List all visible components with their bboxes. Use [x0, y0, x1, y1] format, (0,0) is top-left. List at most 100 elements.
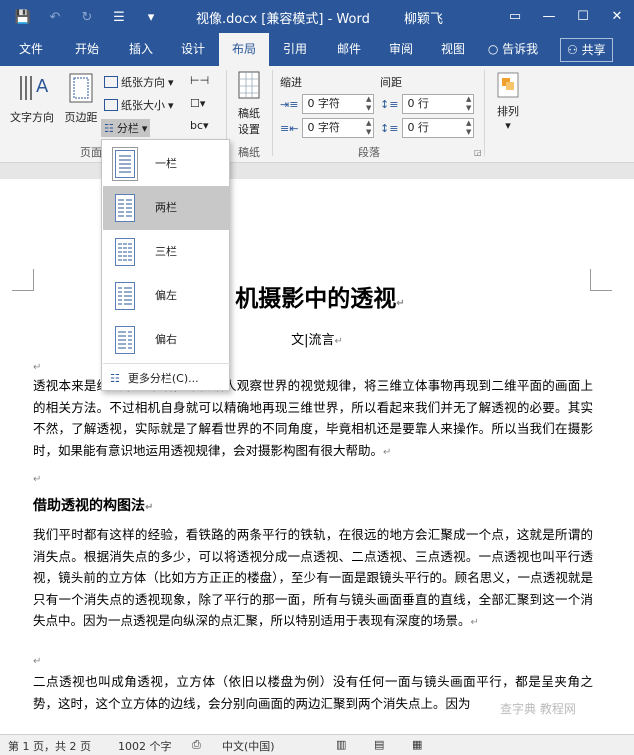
menu-separator	[103, 363, 230, 364]
chevron-down-icon: ▾	[141, 121, 148, 135]
paragraph-mark: ↵	[334, 336, 343, 347]
more-columns-icon: ☷	[110, 371, 120, 385]
margins-label: 页边距	[64, 111, 98, 124]
columns-right-label: 偏右	[155, 333, 177, 346]
columns-three-item[interactable]: 三栏	[103, 230, 230, 274]
read-mode-icon[interactable]: ▥	[336, 738, 346, 751]
spacing-after-row: ↕≡ 0 行 ▲ ▼	[380, 118, 475, 138]
status-bar: 第 1 页，共 2 页 1002 个字 ⎙ 中文(中国) ▥ ▤ ▦	[0, 734, 634, 755]
size-label: 纸张大小	[121, 99, 165, 112]
columns-one-label: 一栏	[155, 157, 177, 170]
tell-me-box[interactable]: ○ 告诉我	[482, 33, 544, 66]
paragraph-mark: ↵	[383, 446, 392, 458]
columns-two-item[interactable]: 两栏	[103, 186, 230, 230]
save-icon[interactable]: 💾	[8, 6, 38, 28]
paragraph-mark: ↵	[33, 474, 42, 485]
tab-view[interactable]: 视图	[430, 33, 476, 66]
document-page[interactable]: 机摄影中的透视↵ 文|流言↵ ↵ 透视本来是绘画中的术语，即根据人观察世界的视觉…	[0, 179, 634, 739]
arrange-button[interactable]: 排列 ▾	[490, 70, 526, 132]
margins-button[interactable]: 页边距	[60, 70, 102, 125]
spacing-before-value: 0 行	[407, 97, 429, 110]
columns-right-item[interactable]: 偏右	[103, 318, 230, 362]
spin-arrows-icon[interactable]: ▲ ▼	[366, 95, 371, 113]
tab-references[interactable]: 引用	[272, 33, 318, 66]
redo-icon[interactable]: ↻	[72, 6, 102, 28]
share-button[interactable]: ⚇ 共享	[560, 38, 613, 62]
size-icon	[104, 99, 118, 111]
touch-mode-icon[interactable]: ☰	[104, 6, 134, 28]
paragraph-group-label: 段落	[358, 146, 380, 159]
breaks-button[interactable]: ⊢⊣	[190, 74, 209, 87]
spacing-before-input[interactable]: 0 行 ▲ ▼	[402, 94, 475, 114]
indent-left-row: ⇥≡ 0 字符 ▲ ▼	[280, 94, 375, 114]
proofing-icon[interactable]: ⎙	[192, 738, 201, 752]
spacing-before-icon: ↕≡	[380, 97, 399, 111]
tab-insert[interactable]: 插入	[116, 33, 166, 66]
orientation-button[interactable]: 纸张方向 ▾	[104, 74, 174, 90]
indent-right-icon: ≡⇤	[280, 121, 299, 135]
author-text: 文|流言	[291, 333, 335, 348]
maximize-button[interactable]: ☐	[566, 0, 600, 33]
spin-arrows-icon[interactable]: ▲ ▼	[366, 119, 371, 137]
ribbon-separator	[484, 70, 485, 156]
tab-mailings[interactable]: 邮件	[326, 33, 372, 66]
hyphenation-button[interactable]: bc▾	[190, 119, 209, 132]
tell-me-label: 告诉我	[502, 42, 539, 56]
text-direction-button[interactable]: A 文字方向	[4, 70, 60, 125]
tab-review[interactable]: 审阅	[378, 33, 424, 66]
paragraph-mark-line: ↵	[33, 649, 593, 673]
orientation-label: 纸张方向	[121, 76, 165, 89]
lightbulb-icon: ○	[487, 42, 499, 56]
columns-three-label: 三栏	[155, 245, 177, 258]
tab-file[interactable]: 文件	[8, 33, 54, 66]
columns-one-item[interactable]: 一栏	[103, 142, 230, 186]
web-layout-icon[interactable]: ▦	[412, 738, 422, 751]
line-numbers-button[interactable]: ☐▾	[190, 97, 205, 110]
columns-left-item[interactable]: 偏左	[103, 274, 230, 318]
size-button[interactable]: 纸张大小 ▾	[104, 97, 174, 113]
ribbon-display-icon[interactable]: ▭	[498, 0, 532, 33]
tab-home[interactable]: 开始	[62, 33, 112, 66]
manuscript-setup-button[interactable]: 稿纸 设置	[230, 70, 268, 137]
page-count-status[interactable]: 第 1 页，共 2 页	[8, 738, 91, 754]
crop-mark	[590, 269, 612, 291]
section-heading[interactable]: 借助透视的构图法↵	[33, 495, 153, 515]
paragraph-launcher-icon[interactable]: ◲	[474, 148, 482, 157]
tab-layout[interactable]: 布局	[219, 33, 269, 66]
print-layout-icon[interactable]: ▤	[374, 738, 384, 751]
paragraph-2[interactable]: 我们平时都有这样的经验，看铁路的两条平行的铁轨，在很远的地方会汇聚成一个点，这就…	[33, 524, 593, 634]
tab-design[interactable]: 设计	[170, 33, 216, 66]
spin-arrows-icon[interactable]: ▲ ▼	[466, 95, 471, 113]
section-heading-text: 借助透视的构图法	[33, 498, 145, 514]
breaks-icon: ⊢⊣	[190, 74, 210, 87]
spin-arrows-icon[interactable]: ▲ ▼	[466, 119, 471, 137]
more-columns-item[interactable]: ☷ 更多分栏(C)...	[110, 370, 199, 386]
document-author[interactable]: 文|流言↵	[0, 329, 634, 348]
indent-right-input[interactable]: 0 字符 ▲ ▼	[302, 118, 375, 138]
svg-text:A: A	[36, 76, 49, 97]
close-button[interactable]: ✕	[600, 0, 634, 33]
spacing-after-input[interactable]: 0 行 ▲ ▼	[402, 118, 475, 138]
manuscript-icon	[238, 71, 260, 99]
ribbon-tabs: 文件 开始 插入 设计 布局 引用 邮件 审阅 视图 ○ 告诉我 ⚇ 共享	[0, 33, 634, 66]
undo-icon[interactable]: ↶	[40, 6, 70, 28]
language-status[interactable]: 中文(中国)	[222, 738, 275, 754]
paragraph-mark: ↵	[396, 298, 405, 309]
customize-icon[interactable]: ▾	[136, 6, 166, 28]
manuscript-label: 稿纸	[238, 107, 260, 120]
indent-left-input[interactable]: 0 字符 ▲ ▼	[302, 94, 375, 114]
quick-access-toolbar: 💾 ↶ ↻ ☰ ▾	[8, 6, 166, 28]
watermark: 查字典 教程网	[500, 702, 576, 716]
columns-button[interactable]: ☷ 分栏 ▾	[101, 119, 151, 137]
indent-right-value: 0 字符	[307, 121, 340, 134]
user-name[interactable]: 柳颖飞	[404, 8, 443, 27]
columns-label: 分栏	[116, 122, 139, 135]
spacing-before-row: ↕≡ 0 行 ▲ ▼	[380, 94, 475, 114]
person-icon: ⚇	[567, 43, 578, 57]
chevron-down-icon: ▾	[168, 98, 174, 112]
arrange-label: 排列	[497, 105, 519, 118]
word-count-status[interactable]: 1002 个字	[118, 738, 172, 754]
minimize-button[interactable]: —	[532, 0, 566, 33]
spacing-after-icon: ↕≡	[380, 121, 399, 135]
chevron-down-icon: ▾	[168, 75, 174, 89]
